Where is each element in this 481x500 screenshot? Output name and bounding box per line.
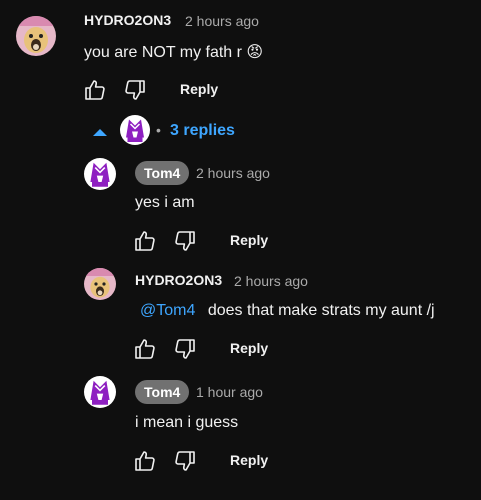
separator-dot: • <box>156 122 161 138</box>
reply-time[interactable]: 2 hours ago <box>196 165 270 181</box>
thumbs-down-icon <box>173 337 197 361</box>
thumbs-up-icon <box>133 449 157 473</box>
thumbs-up-icon <box>83 78 107 102</box>
comment-text: you are NOT my fath r 😡 <box>84 44 264 61</box>
reply-text-body: does that make strats my aunt /j <box>207 302 435 319</box>
thumbs-up-icon <box>133 229 157 253</box>
reply-author-chip[interactable]: Tom4 <box>135 380 190 404</box>
reply-author-chip[interactable]: Tom4 <box>135 161 190 185</box>
thumbs-down-icon <box>123 78 147 102</box>
avatar[interactable] <box>84 376 116 408</box>
thumbs-down-icon <box>173 449 197 473</box>
reply-text: @Tom4 does that make strats my aunt /j <box>140 302 435 320</box>
dislike-button[interactable] <box>173 229 197 253</box>
avatar[interactable] <box>84 268 116 300</box>
dislike-button[interactable] <box>173 337 197 361</box>
chevron-up-icon <box>93 129 107 136</box>
reply-button[interactable]: Reply <box>230 452 268 468</box>
reply-author[interactable]: HYDRO2ON3 <box>135 272 222 288</box>
thumbs-up-icon <box>133 337 157 361</box>
reply-text: i mean i guess <box>135 414 239 431</box>
avatar[interactable] <box>16 16 56 56</box>
reply-text: yes i am <box>135 194 195 211</box>
avatar-image <box>16 16 56 56</box>
like-button[interactable] <box>133 449 157 473</box>
thumbs-down-icon <box>173 229 197 253</box>
like-button[interactable] <box>83 78 107 102</box>
avatar[interactable] <box>84 158 116 190</box>
replies-toggle[interactable]: • 3 replies <box>90 115 250 145</box>
dislike-button[interactable] <box>173 449 197 473</box>
reply-time[interactable]: 1 hour ago <box>196 384 263 400</box>
replier-avatar <box>120 115 150 145</box>
reply-time[interactable]: 2 hours ago <box>234 273 308 289</box>
reply-button[interactable]: Reply <box>230 232 268 248</box>
reply-button[interactable]: Reply <box>180 81 218 97</box>
mention-link[interactable]: @Tom4 <box>140 302 195 319</box>
reply-button[interactable]: Reply <box>230 340 268 356</box>
like-button[interactable] <box>133 229 157 253</box>
comment-time[interactable]: 2 hours ago <box>185 13 259 29</box>
replies-count: 3 replies <box>170 122 235 139</box>
dislike-button[interactable] <box>123 78 147 102</box>
comment-author[interactable]: HYDRO2ON3 <box>84 12 171 28</box>
like-button[interactable] <box>133 337 157 361</box>
